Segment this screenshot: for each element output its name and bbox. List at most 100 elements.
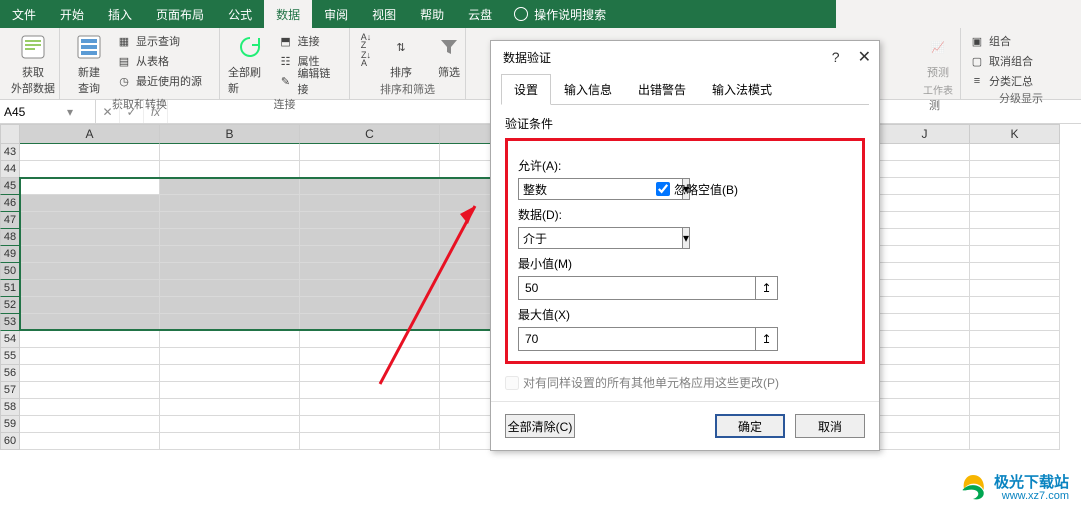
cell[interactable] — [880, 331, 970, 348]
cell[interactable] — [300, 144, 440, 161]
dialog-tab-input-message[interactable]: 输入信息 — [551, 74, 625, 105]
cell[interactable] — [300, 212, 440, 229]
cell[interactable] — [20, 178, 160, 195]
cell[interactable] — [20, 331, 160, 348]
fx-icon[interactable]: fx — [144, 100, 168, 123]
cell[interactable] — [160, 331, 300, 348]
dialog-tab-ime-mode[interactable]: 输入法模式 — [699, 74, 785, 105]
cell[interactable] — [970, 280, 1060, 297]
refresh-all-button[interactable]: 全部刷新 — [228, 32, 272, 96]
row-header[interactable]: 59 — [0, 416, 20, 433]
cell[interactable] — [970, 195, 1060, 212]
cell[interactable] — [880, 297, 970, 314]
tab-help[interactable]: 帮助 — [408, 0, 456, 28]
cell[interactable] — [970, 433, 1060, 450]
cell[interactable] — [300, 331, 440, 348]
tab-layout[interactable]: 页面布局 — [144, 0, 216, 28]
ignore-blank-input[interactable] — [656, 182, 670, 196]
cell[interactable] — [20, 280, 160, 297]
sort-button[interactable]: ⇅排序 — [380, 32, 422, 80]
ungroup-button[interactable]: ▢取消组合 — [969, 52, 1033, 70]
tab-view[interactable]: 视图 — [360, 0, 408, 28]
cell[interactable] — [970, 382, 1060, 399]
cell[interactable] — [300, 348, 440, 365]
cell[interactable] — [970, 314, 1060, 331]
name-box-input[interactable] — [4, 105, 64, 119]
row-header[interactable]: 56 — [0, 365, 20, 382]
tab-file[interactable]: 文件 — [0, 0, 48, 28]
row-header[interactable]: 55 — [0, 348, 20, 365]
cell[interactable] — [880, 195, 970, 212]
cell[interactable] — [160, 416, 300, 433]
maximum-range-picker-icon[interactable]: ↥ — [756, 327, 778, 351]
row-header[interactable]: 43 — [0, 144, 20, 161]
cell[interactable] — [160, 246, 300, 263]
cell[interactable] — [20, 433, 160, 450]
cell[interactable] — [160, 399, 300, 416]
cell[interactable] — [300, 365, 440, 382]
recent-sources-button[interactable]: ◷最近使用的源 — [116, 72, 202, 90]
row-header[interactable]: 44 — [0, 161, 20, 178]
cell[interactable] — [160, 229, 300, 246]
cell[interactable] — [880, 144, 970, 161]
ignore-blank-checkbox[interactable]: 忽略空值(B) — [656, 181, 738, 198]
cell[interactable] — [160, 365, 300, 382]
cell[interactable] — [160, 263, 300, 280]
cell[interactable] — [970, 263, 1060, 280]
cell[interactable] — [300, 263, 440, 280]
cell[interactable] — [880, 433, 970, 450]
data-combo[interactable] — [518, 227, 682, 249]
cell[interactable] — [20, 161, 160, 178]
cell[interactable] — [880, 263, 970, 280]
cell[interactable] — [970, 178, 1060, 195]
row-header[interactable]: 50 — [0, 263, 20, 280]
cell[interactable] — [970, 348, 1060, 365]
new-query-button[interactable]: 新建 查询 — [68, 32, 110, 96]
cell[interactable] — [160, 297, 300, 314]
column-header[interactable]: B — [160, 124, 300, 144]
cell[interactable] — [160, 348, 300, 365]
cell[interactable] — [20, 365, 160, 382]
cell[interactable] — [20, 246, 160, 263]
column-header[interactable]: J — [880, 124, 970, 144]
row-header[interactable]: 47 — [0, 212, 20, 229]
row-header[interactable]: 58 — [0, 399, 20, 416]
row-header[interactable]: 52 — [0, 297, 20, 314]
data-dropdown-icon[interactable]: ▾ — [682, 227, 690, 249]
cell[interactable] — [20, 297, 160, 314]
tab-formulas[interactable]: 公式 — [216, 0, 264, 28]
cell[interactable] — [160, 212, 300, 229]
cell[interactable] — [300, 314, 440, 331]
cell[interactable] — [880, 382, 970, 399]
row-header[interactable]: 49 — [0, 246, 20, 263]
cell[interactable] — [970, 416, 1060, 433]
cell[interactable] — [880, 365, 970, 382]
cell[interactable] — [160, 382, 300, 399]
tab-insert[interactable]: 插入 — [96, 0, 144, 28]
column-header[interactable]: K — [970, 124, 1060, 144]
cell[interactable] — [20, 195, 160, 212]
tab-data[interactable]: 数据 — [264, 0, 312, 28]
cell[interactable] — [20, 314, 160, 331]
cell[interactable] — [970, 399, 1060, 416]
cell[interactable] — [160, 144, 300, 161]
cell[interactable] — [20, 263, 160, 280]
filter-button[interactable]: 筛选 — [428, 32, 470, 80]
cell[interactable] — [970, 229, 1060, 246]
cell[interactable] — [300, 178, 440, 195]
name-box[interactable]: ▾ — [0, 100, 96, 123]
cell[interactable] — [880, 280, 970, 297]
row-header[interactable]: 46 — [0, 195, 20, 212]
cell[interactable] — [300, 161, 440, 178]
cell[interactable] — [160, 280, 300, 297]
ok-button[interactable]: 确定 — [715, 414, 785, 438]
dialog-help-icon[interactable]: ? — [832, 49, 840, 65]
group-button[interactable]: ▣组合 — [969, 32, 1033, 50]
cell[interactable] — [20, 229, 160, 246]
cell[interactable] — [880, 399, 970, 416]
cell[interactable] — [880, 416, 970, 433]
dialog-tab-settings[interactable]: 设置 — [501, 74, 551, 105]
row-header[interactable]: 54 — [0, 331, 20, 348]
cell[interactable] — [300, 246, 440, 263]
tab-review[interactable]: 审阅 — [312, 0, 360, 28]
